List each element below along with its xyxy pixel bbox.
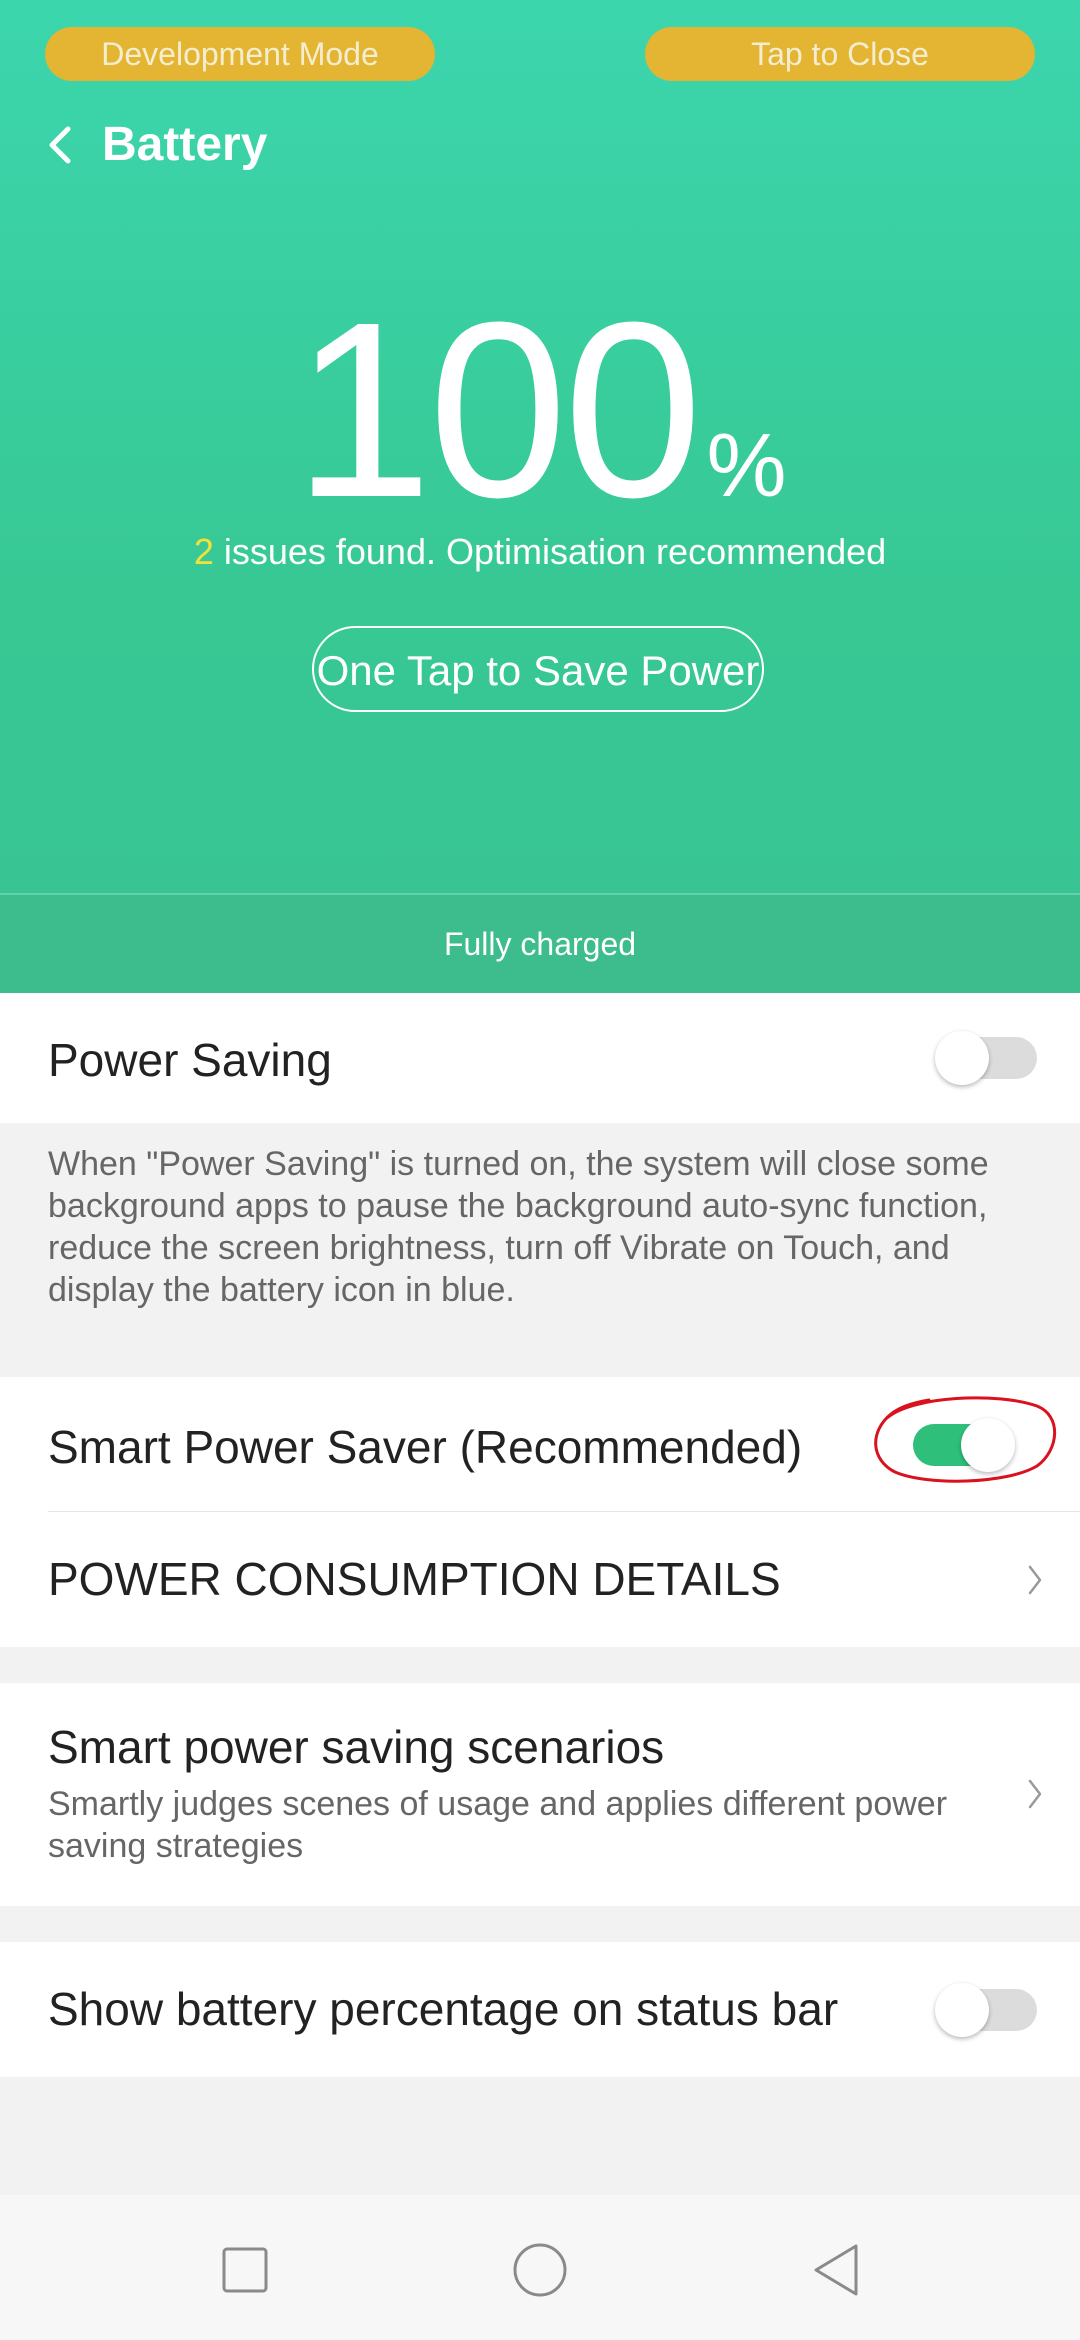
power-saving-description: When "Power Saving" is turned on, the sy…	[48, 1145, 989, 1309]
toggle-knob	[961, 1418, 1015, 1472]
power-consumption-details-row[interactable]: POWER CONSUMPTION DETAILS	[0, 1512, 1080, 1647]
battery-percentage-label: Show battery percentage on status bar	[48, 1983, 839, 2035]
smart-power-saver-toggle[interactable]	[913, 1418, 1015, 1472]
development-mode-badge: Development Mode	[45, 27, 435, 81]
home-button[interactable]	[495, 2225, 585, 2315]
power-saving-label: Power Saving	[48, 1034, 332, 1086]
battery-level-unit: %	[706, 416, 787, 516]
back-button[interactable]	[30, 110, 90, 180]
issue-count: 2	[193, 531, 214, 572]
back-triangle-icon	[814, 2244, 858, 2296]
recents-button[interactable]	[200, 2225, 290, 2315]
power-saving-toggle[interactable]	[935, 1031, 1037, 1085]
power-consumption-details-label: POWER CONSUMPTION DETAILS	[48, 1553, 781, 1605]
issue-text: issues found. Optimisation recommended	[213, 531, 887, 572]
home-circle-icon	[513, 2243, 567, 2297]
battery-level-value: 100	[293, 270, 702, 549]
chevron-right-icon	[1020, 1560, 1050, 1600]
issues-summary: 2 issues found. Optimisation recommended	[0, 528, 1080, 576]
back-nav-button[interactable]	[790, 2225, 880, 2315]
smart-scenarios-description: Smartly judges scenes of usage and appli…	[48, 1785, 948, 1865]
battery-level: 100%	[0, 285, 1080, 535]
toggle-knob	[935, 1983, 989, 2037]
chevron-right-icon	[1020, 1774, 1050, 1814]
battery-percentage-toggle[interactable]	[935, 1983, 1037, 2037]
charge-status: Fully charged	[0, 895, 1080, 993]
toggle-knob	[935, 1031, 989, 1085]
battery-header: Development Mode Tap to Close Battery 10…	[0, 0, 1080, 993]
power-saving-row[interactable]: Power Saving	[0, 993, 1080, 1123]
smart-power-group: Smart Power Saver (Recommended) POWER CO…	[0, 1377, 1080, 1647]
page-title: Battery	[102, 118, 268, 171]
tap-to-close-button[interactable]: Tap to Close	[645, 27, 1035, 81]
one-tap-save-power-button[interactable]: One Tap to Save Power	[312, 626, 764, 712]
smart-power-saver-label: Smart Power Saver (Recommended)	[48, 1421, 803, 1473]
battery-percentage-row[interactable]: Show battery percentage on status bar	[0, 1942, 1080, 2077]
navigation-bar	[0, 2195, 1080, 2340]
recents-square-icon	[222, 2247, 268, 2293]
smart-scenarios-title: Smart power saving scenarios	[48, 1721, 665, 1773]
chevron-left-icon	[49, 126, 71, 164]
